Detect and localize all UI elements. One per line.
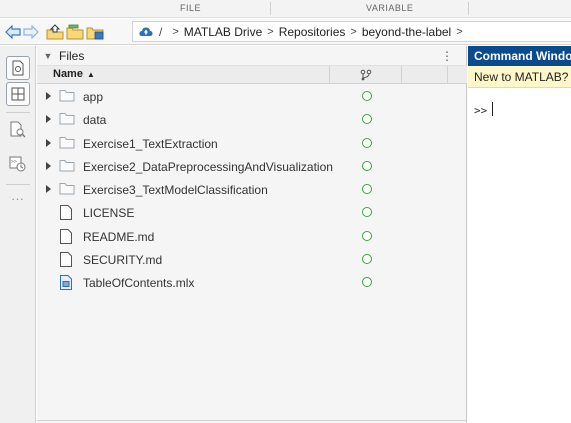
files-column-header: Name ▲ [37,66,467,84]
forward-arrow-icon [23,24,39,39]
rail-divider [6,184,30,185]
folder-icon [59,90,75,102]
browse-folder-button[interactable] [66,22,84,42]
chevron-right-icon: > [172,25,179,38]
folder-sync-icon [86,27,104,39]
expand-arrow-icon[interactable] [46,161,51,170]
section-divider [468,2,469,15]
item-name: SECURITY.md [83,253,163,268]
status-ok-icon [362,114,372,125]
command-prompt: >> [474,104,488,117]
status-ok-icon [362,137,372,148]
refresh-folder-button[interactable] [86,22,104,42]
more-panels-button[interactable]: ... [6,189,30,203]
chevron-right-icon: > [267,25,274,38]
folder-icon [59,183,75,195]
status-ok-icon [362,207,372,218]
section-label-variable: VARIABLE [366,3,414,13]
find-files-button[interactable] [6,118,30,142]
back-button[interactable] [4,22,22,42]
item-name: data [83,113,107,128]
status-ok-icon [362,160,372,171]
command-window-title[interactable]: Command Windo [468,46,571,66]
item-name: Exercise1_TextExtraction [83,136,218,151]
panel-menu-icon[interactable]: ⋮ [441,49,453,63]
list-item[interactable]: SECURITY.md [37,248,467,271]
expand-arrow-icon[interactable] [46,115,51,124]
item-name: README.md [83,229,155,244]
list-item[interactable]: TableOfContents.mlx [37,271,467,294]
up-folder-icon [46,23,64,39]
breadcrumb[interactable]: / > MATLAB Drive > Repositories > beyond… [132,21,571,42]
status-ok-icon [362,230,372,241]
item-name: app [83,90,104,104]
workspace-panel-button[interactable] [6,82,30,106]
matlab-drive-cloud-icon [139,27,153,36]
files-panel-header: ▼ Files ⋮ [37,46,467,66]
expand-arrow-icon[interactable] [46,185,51,194]
text-cursor [492,102,493,116]
expand-arrow-icon[interactable] [46,138,51,147]
chevron-right-icon: > [456,25,463,38]
file-icon [60,228,72,244]
status-ok-icon [362,91,372,101]
address-bar: / > MATLAB Drive > Repositories > beyond… [0,19,571,45]
breadcrumb-item-beyond-the-label[interactable]: beyond-the-label [362,25,451,39]
forward-button[interactable] [22,22,40,42]
panel-bottom-border [37,420,467,421]
file-icon [60,252,72,268]
column-divider [447,66,448,84]
files-panel-icon [12,60,24,76]
list-item[interactable]: Exercise3_TextModelClassification [37,178,467,201]
side-rail: >> ... [0,46,36,423]
files-panel: ▼ Files ⋮ Name ▲ app data Exercise1_Text… [37,46,467,423]
sort-ascending-icon: ▲ [86,70,95,79]
svg-text:>>: >> [11,159,17,165]
list-item[interactable]: data [37,108,467,131]
list-item[interactable]: README.md [37,225,467,248]
up-folder-button[interactable] [46,22,64,42]
status-ok-icon [362,277,372,288]
live-script-icon [60,275,72,291]
column-divider [329,66,330,84]
item-name: LICENSE [83,206,135,221]
browse-folder-icon [66,24,84,39]
workspace-panel-icon [11,87,25,101]
folder-icon [59,136,75,149]
list-item[interactable]: Exercise1_TextExtraction [37,132,467,155]
breadcrumb-item-repositories[interactable]: Repositories [279,25,346,39]
file-list: app data Exercise1_TextExtraction Exerci… [37,85,467,295]
column-divider [401,66,402,84]
find-files-icon [10,121,26,138]
files-panel-button[interactable] [6,56,30,80]
source-control-icon[interactable] [360,69,372,81]
command-window[interactable]: Command Windo New to MATLAB? >> [468,46,571,423]
getting-started-notice[interactable]: New to MATLAB? [468,66,571,88]
item-name: TableOfContents.mlx [83,276,195,291]
item-name: Exercise2_DataPreprocessingAndVisualizat… [83,159,333,174]
files-panel-title: Files [59,48,85,63]
list-item[interactable]: app [37,85,467,108]
collapse-icon[interactable]: ▼ [41,51,55,61]
status-ok-icon [362,184,372,195]
toolstrip-section-labels: FILE VARIABLE [0,0,571,18]
folder-icon [59,159,75,172]
status-ok-icon [362,254,372,265]
back-arrow-icon [5,24,21,39]
list-item[interactable]: LICENSE [37,201,467,224]
name-column-header[interactable]: Name ▲ [53,68,95,80]
file-icon [60,205,72,221]
command-history-icon: >> [9,156,26,172]
expand-arrow-icon[interactable] [46,92,51,100]
list-item[interactable]: Exercise2_DataPreprocessingAndVisualizat… [37,155,467,178]
folder-icon [59,113,75,125]
breadcrumb-root[interactable]: / [159,25,162,39]
item-name: Exercise3_TextModelClassification [83,183,268,198]
command-history-button[interactable]: >> [6,152,30,176]
chevron-right-icon: > [350,25,357,38]
breadcrumb-item-matlab-drive[interactable]: MATLAB Drive [184,25,262,39]
rail-divider [6,112,30,113]
section-divider [270,2,271,15]
section-label-file: FILE [180,3,202,13]
